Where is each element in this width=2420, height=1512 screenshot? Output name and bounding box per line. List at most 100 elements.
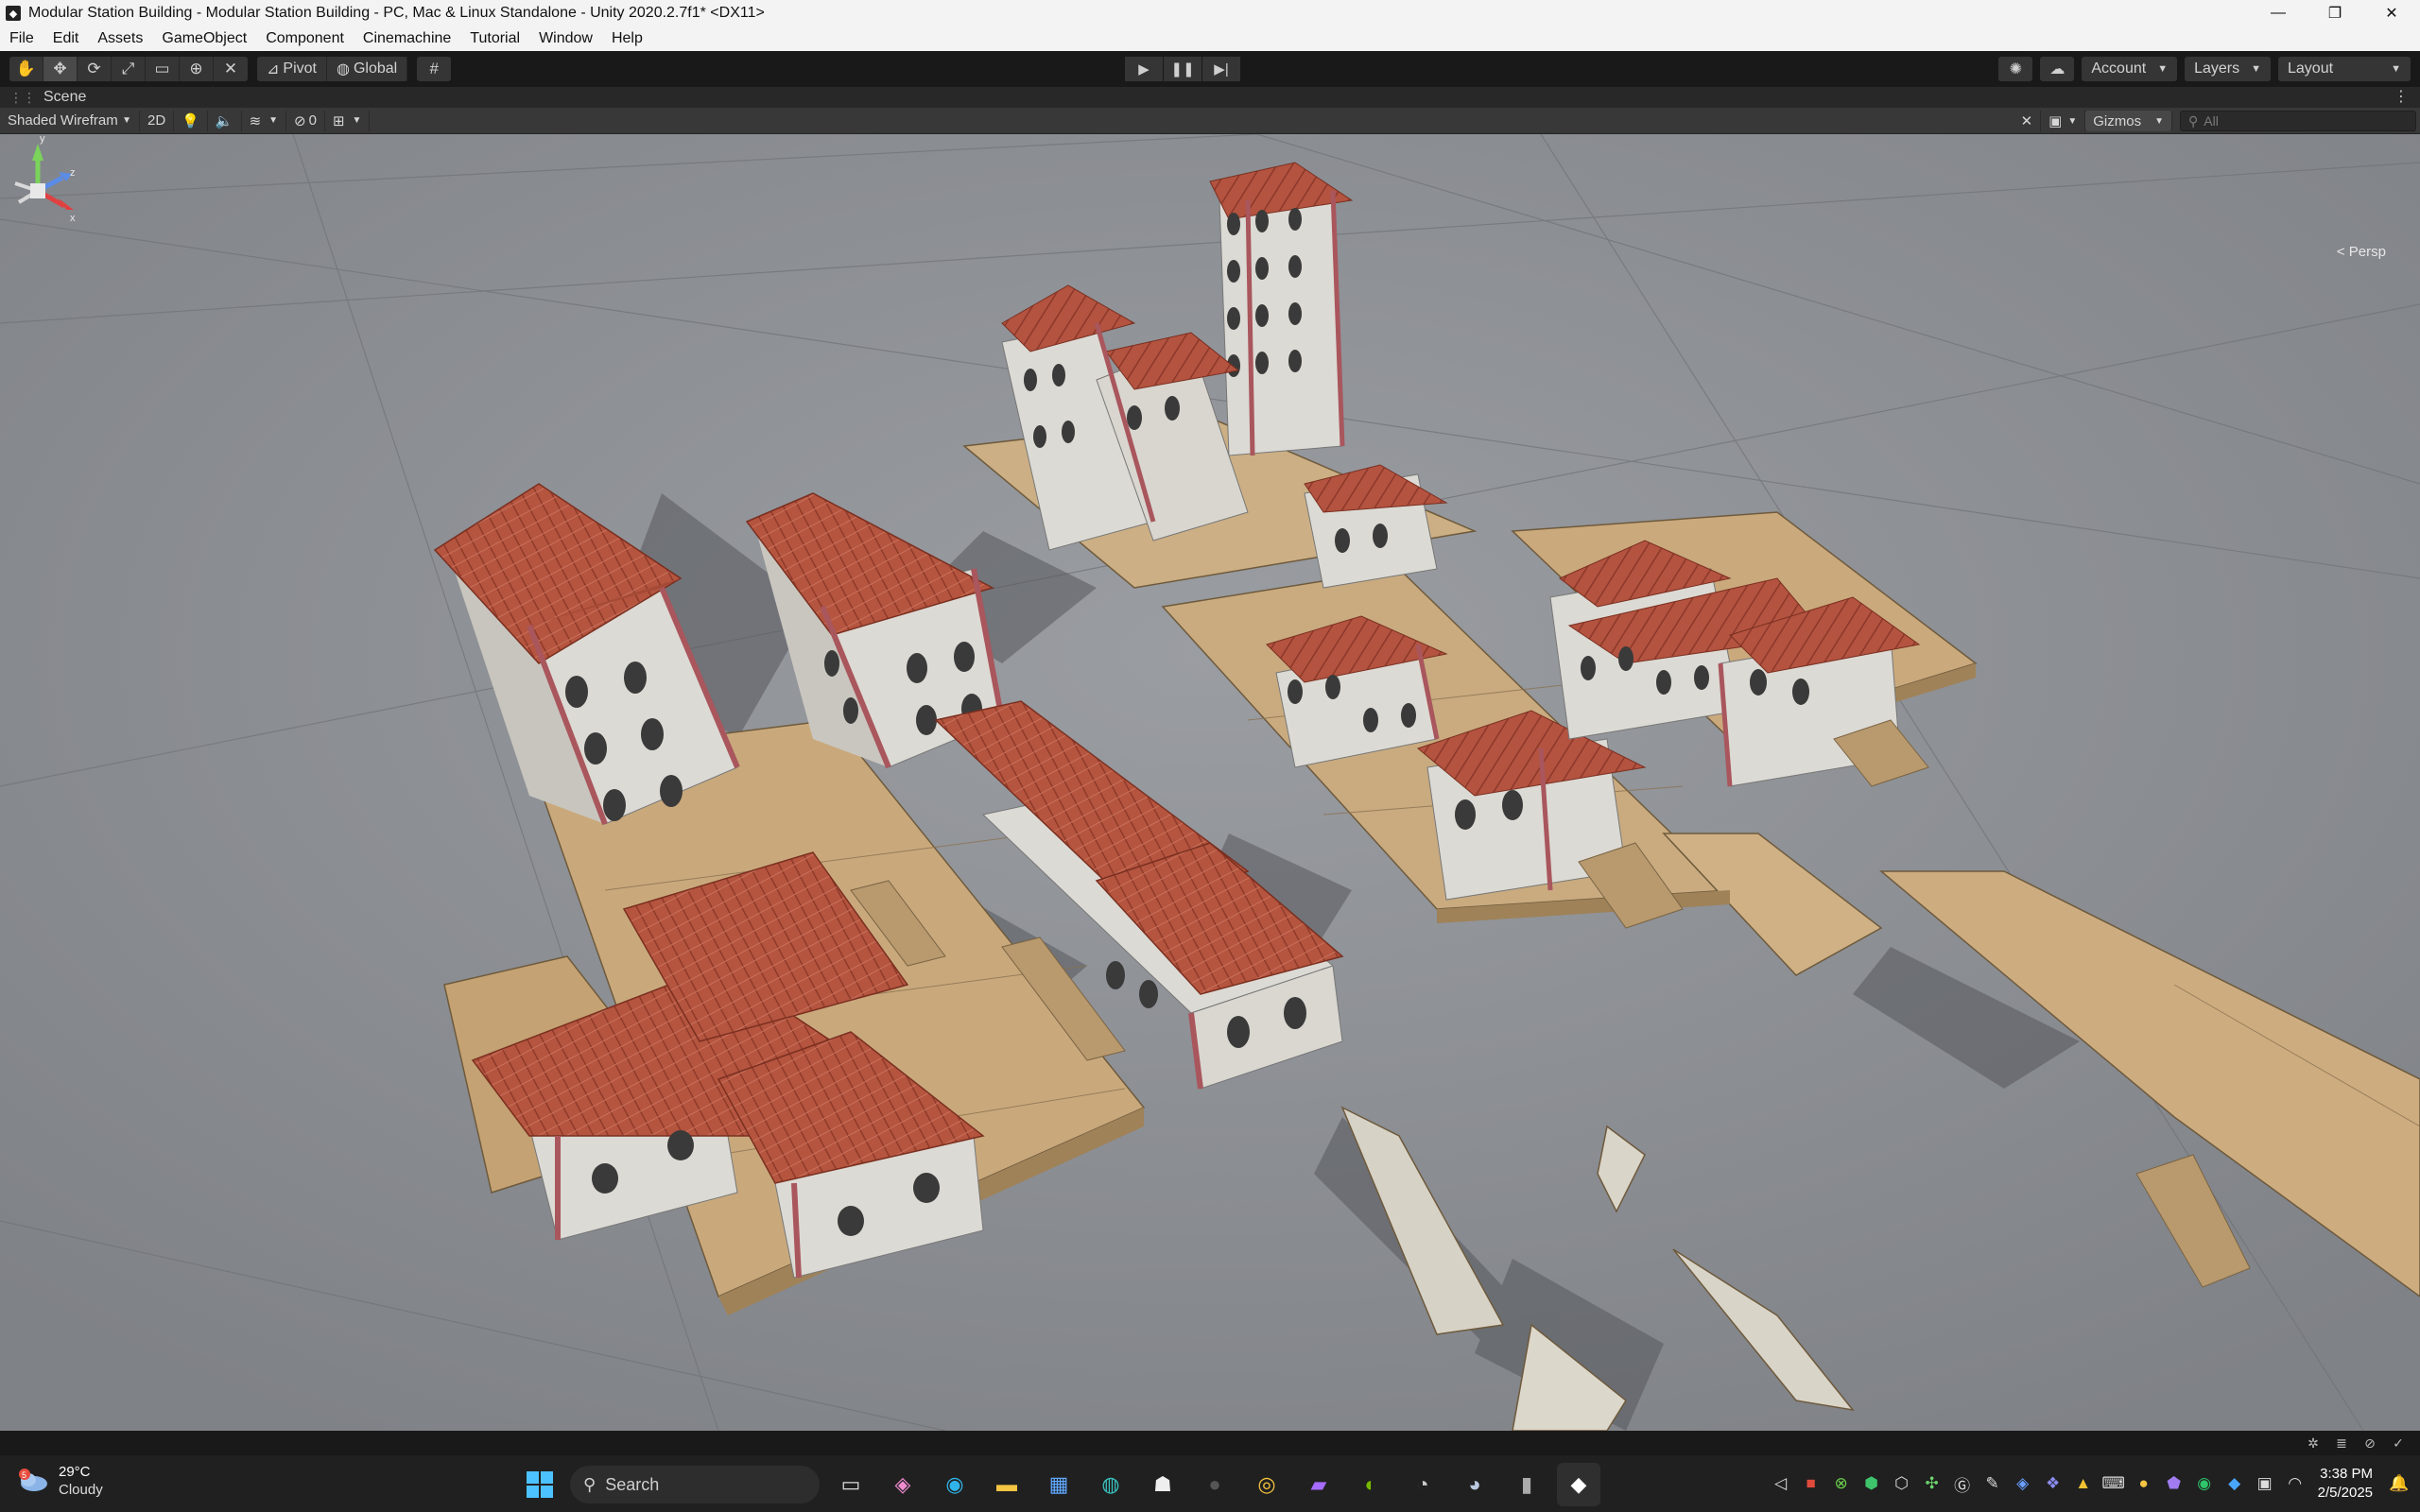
defender-icon[interactable]: ◆	[2220, 1469, 2250, 1499]
snap-group: #	[417, 57, 452, 81]
gizmos-dropdown[interactable]: Gizmos ▼	[2085, 111, 2172, 131]
grammarly-icon[interactable]: Ⓖ	[1947, 1469, 1978, 1499]
grid-toggle-icon[interactable]: ⊞ ▼	[325, 110, 371, 131]
clipchamp-icon[interactable]: ▰	[1297, 1463, 1340, 1506]
menu-window[interactable]: Window	[529, 26, 602, 51]
system-clock[interactable]: 3:38 PM 2/5/2025	[2318, 1465, 2373, 1503]
unity-hub-icon[interactable]: ◁	[1766, 1469, 1796, 1499]
pivot-toggle[interactable]: ⊿ Pivot	[257, 57, 327, 81]
layout-dropdown[interactable]: Layout ▼	[2278, 57, 2411, 81]
wifi-icon[interactable]: ◠	[2280, 1469, 2310, 1499]
step-button[interactable]: ▶|	[1202, 57, 1240, 81]
weather-widget[interactable]: 5 29°C Cloudy	[17, 1463, 103, 1499]
dark-app-icon[interactable]: ●	[1193, 1463, 1236, 1506]
task-view-icon[interactable]: ▭	[829, 1463, 873, 1506]
scale-tool-icon[interactable]: ⤢	[112, 57, 146, 81]
edge-browser-icon[interactable]: ◉	[933, 1463, 977, 1506]
nvidia-icon[interactable]: ◐	[1349, 1463, 1392, 1506]
menu-component[interactable]: Component	[256, 26, 354, 51]
scene-search-input[interactable]: ⚲ All	[2180, 111, 2416, 131]
global-toggle[interactable]: ◍ Global	[327, 57, 408, 81]
svg-text:y: y	[40, 134, 45, 145]
globe-icon: ◍	[336, 61, 350, 77]
grid-snap-icon[interactable]: #	[417, 57, 451, 81]
green-app-icon[interactable]: ⬢	[1857, 1469, 1887, 1499]
menu-file[interactable]: File	[0, 26, 43, 51]
audio-toggle-icon[interactable]: 🔈	[208, 110, 242, 131]
eye-slash-icon: ⊘	[294, 112, 306, 129]
menu-tutorial[interactable]: Tutorial	[460, 26, 529, 51]
menu-edit[interactable]: Edit	[43, 26, 89, 51]
clock-date: 2/5/2025	[2317, 1485, 2373, 1501]
pivot-label: Pivot	[283, 60, 317, 77]
file-explorer-icon[interactable]: ▬	[985, 1463, 1028, 1506]
teams-icon[interactable]: ❖	[2038, 1469, 2068, 1499]
custom-tool-icon[interactable]: ✕	[214, 57, 248, 81]
weather-condition: Cloudy	[59, 1482, 103, 1498]
tab-scene[interactable]: ⋮⋮ Scene	[0, 87, 96, 108]
network-app-icon[interactable]: ✣	[1917, 1469, 1947, 1499]
stylus-icon[interactable]: ✎	[1978, 1469, 2008, 1499]
chevron-down-icon: ▼	[2154, 115, 2164, 127]
blue-app-icon[interactable]: ◈	[2008, 1469, 2038, 1499]
obs-icon[interactable]: ◔	[1401, 1463, 1444, 1506]
close-button[interactable]: ✕	[2363, 0, 2420, 26]
lighting-toggle-icon[interactable]: 💡	[174, 110, 208, 131]
check-icon[interactable]: ✓	[2386, 1434, 2411, 1452]
more-options-icon[interactable]: ⋮	[2394, 87, 2409, 106]
menu-help[interactable]: Help	[602, 26, 652, 51]
rect-tool-icon[interactable]: ▭	[146, 57, 180, 81]
svg-text:z: z	[70, 167, 76, 179]
orientation-gizmo[interactable]: y z x	[0, 134, 81, 257]
shading-mode-dropdown[interactable]: Shaded Wirefram ▼	[0, 110, 140, 131]
cloud-icon[interactable]: ☁	[2040, 57, 2075, 81]
red-app-icon[interactable]: ■	[1796, 1469, 1826, 1499]
steam-icon[interactable]: ◕	[1453, 1463, 1496, 1506]
keyboard-icon[interactable]: ⌨	[2099, 1469, 2129, 1499]
scene-search-placeholder: All	[2204, 113, 2219, 129]
play-button[interactable]: ▶	[1125, 57, 1163, 81]
hidden-objects-toggle[interactable]: ⊘ 0	[286, 110, 325, 131]
layers-dropdown[interactable]: Layers ▼	[2185, 57, 2271, 81]
minimize-button[interactable]: —	[2250, 0, 2307, 26]
usb-device-icon[interactable]: ▮	[1505, 1463, 1548, 1506]
windows-start-icon[interactable]	[518, 1463, 562, 1506]
maximize-button[interactable]: ❐	[2307, 0, 2363, 26]
copilot-icon[interactable]: ◈	[881, 1463, 925, 1506]
unity-app-icon[interactable]: ◆	[1557, 1463, 1600, 1506]
menu-assets[interactable]: Assets	[88, 26, 152, 51]
pause-button[interactable]: ❚❚	[1164, 57, 1201, 81]
camera-icon[interactable]: ▣ ▼	[2041, 111, 2086, 131]
notification-bell-icon[interactable]: 🔔	[2384, 1469, 2414, 1499]
toggle-2d-button[interactable]: 2D	[140, 110, 175, 131]
menu-gameobject[interactable]: GameObject	[152, 26, 256, 51]
eye-slash-icon[interactable]: ⊘	[2358, 1434, 2382, 1452]
chrome-browser-icon[interactable]: ◎	[1245, 1463, 1288, 1506]
globe-app-icon[interactable]: ◍	[1089, 1463, 1132, 1506]
account-dropdown[interactable]: Account ▼	[2082, 57, 2178, 81]
xbox-icon[interactable]: ⊗	[1826, 1469, 1857, 1499]
purple-app-icon[interactable]: ⬟	[2159, 1469, 2189, 1499]
taskbar-search-box[interactable]: ⚲ Search	[570, 1466, 820, 1503]
hand-tool-icon[interactable]: ✋	[9, 57, 43, 81]
move-tool-icon[interactable]: ✥	[43, 57, 78, 81]
bug-icon[interactable]: ✲	[2301, 1434, 2325, 1452]
display-icon[interactable]: ▣	[2250, 1469, 2280, 1499]
scene-view-toolbar: Shaded Wirefram ▼ 2D 💡 🔈 ≋ ▼ ⊘ 0 ⊞ ▼ ✕ ▣ …	[0, 108, 2420, 134]
tools-icon[interactable]: ✕	[2014, 111, 2042, 131]
rotate-tool-icon[interactable]: ⟳	[78, 57, 112, 81]
collab-icon[interactable]: ✺	[1998, 57, 2033, 81]
chevron-down-icon: ▼	[2157, 63, 2169, 75]
scene-viewport[interactable]: y z x < Persp	[0, 134, 2420, 1431]
menu-cinemachine[interactable]: Cinemachine	[354, 26, 460, 51]
alien-app-icon[interactable]: ☗	[1141, 1463, 1184, 1506]
warning-icon[interactable]: ▲	[2068, 1469, 2099, 1499]
effects-toggle-icon[interactable]: ≋ ▼	[242, 110, 287, 131]
projection-label[interactable]: < Persp	[2337, 244, 2386, 260]
shield-icon[interactable]: ⬡	[1887, 1469, 1917, 1499]
layers-icon[interactable]: ≣	[2329, 1434, 2354, 1452]
green-circle-icon[interactable]: ◉	[2189, 1469, 2220, 1499]
transform-tool-icon[interactable]: ⊕	[180, 57, 214, 81]
microsoft-store-icon[interactable]: ▦	[1037, 1463, 1080, 1506]
yellow-app-icon[interactable]: ●	[2129, 1469, 2159, 1499]
